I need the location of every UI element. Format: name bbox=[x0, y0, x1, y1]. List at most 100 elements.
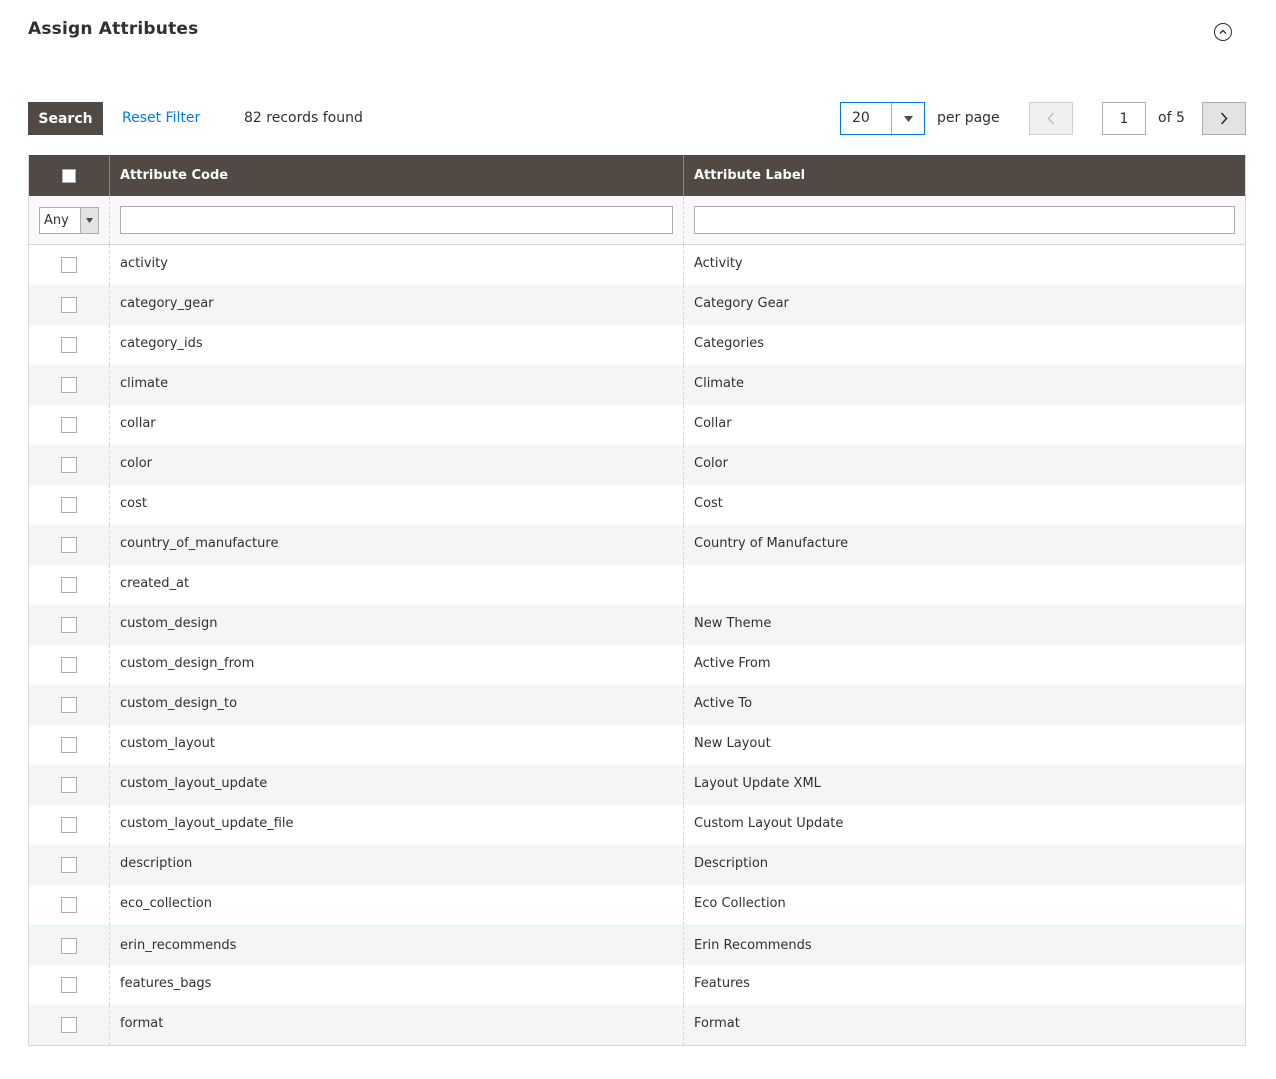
attribute-code-cell: custom_layout_update_file bbox=[110, 805, 684, 845]
column-header-attribute-label[interactable]: Attribute Label bbox=[684, 155, 1245, 196]
table-row[interactable]: features_bags Features bbox=[29, 965, 1245, 1005]
row-checkbox[interactable] bbox=[61, 577, 77, 593]
chevron-up-icon bbox=[1218, 27, 1228, 37]
attribute-code-cell: collar bbox=[110, 405, 684, 445]
attribute-label-cell: Layout Update XML bbox=[694, 776, 821, 791]
attribute-label-cell: Cost bbox=[694, 496, 723, 511]
reset-filter-link[interactable]: Reset Filter bbox=[122, 110, 200, 126]
row-checkbox[interactable] bbox=[61, 1017, 77, 1033]
table-row[interactable]: eco_collection Eco Collection bbox=[29, 885, 1245, 925]
table-row[interactable]: custom_design_from Active From bbox=[29, 645, 1245, 685]
filter-code-cell bbox=[110, 196, 684, 244]
grid-toolbar: Search Reset Filter 82 records found 20 … bbox=[28, 102, 1246, 135]
table-row[interactable]: created_at bbox=[29, 565, 1245, 605]
filter-label-cell bbox=[684, 196, 1245, 244]
in-set-filter-value: Any bbox=[44, 212, 69, 228]
row-checkbox[interactable] bbox=[61, 657, 77, 673]
row-checkbox[interactable] bbox=[61, 897, 77, 913]
attribute-label-cell: Categories bbox=[694, 336, 765, 351]
attribute-label-cell: Description bbox=[694, 856, 769, 871]
in-set-filter-select[interactable]: Any bbox=[39, 206, 99, 234]
row-checkbox-cell bbox=[29, 365, 110, 405]
row-checkbox[interactable] bbox=[61, 977, 77, 993]
table-row[interactable]: activity Activity bbox=[29, 245, 1245, 285]
table-row[interactable]: description Description bbox=[29, 845, 1245, 885]
table-row[interactable]: custom_layout_update_file Custom Layout U… bbox=[29, 805, 1245, 845]
attribute-code-cell: created_at bbox=[110, 565, 684, 605]
current-page-input[interactable] bbox=[1102, 102, 1146, 135]
header-checkbox-cell bbox=[29, 155, 110, 196]
table-row[interactable]: climate Climate bbox=[29, 365, 1245, 405]
row-checkbox[interactable] bbox=[61, 737, 77, 753]
row-checkbox[interactable] bbox=[61, 337, 77, 353]
row-checkbox-cell bbox=[29, 885, 110, 925]
table-row[interactable]: custom_design New Theme bbox=[29, 605, 1245, 645]
table-row[interactable]: color Color bbox=[29, 445, 1245, 485]
attribute-label-cell: Color bbox=[694, 456, 728, 471]
next-page-button[interactable] bbox=[1202, 102, 1246, 135]
grid-body: activity Activity category_gear Category Ge… bbox=[29, 245, 1245, 1045]
table-row[interactable]: erin_recommends Erin Recommends bbox=[29, 925, 1245, 965]
attributes-grid: Attribute Code Attribute Label Any activ… bbox=[28, 155, 1246, 1046]
row-checkbox-cell bbox=[29, 405, 110, 445]
attribute-code-cell: cost bbox=[110, 485, 684, 525]
row-checkbox-cell bbox=[29, 845, 110, 885]
table-row[interactable]: custom_layout New Layout bbox=[29, 725, 1245, 765]
table-row[interactable]: collar Collar bbox=[29, 405, 1245, 445]
attribute-label-cell: Active From bbox=[694, 656, 771, 671]
per-page-label: per page bbox=[937, 110, 1000, 126]
attribute-label-cell: Category Gear bbox=[694, 296, 789, 311]
search-button[interactable]: Search bbox=[28, 102, 103, 135]
attribute-code-cell: custom_design_to bbox=[110, 685, 684, 725]
previous-page-button[interactable] bbox=[1029, 102, 1073, 135]
row-checkbox[interactable] bbox=[61, 777, 77, 793]
attribute-code-cell: erin_recommends bbox=[110, 927, 684, 965]
row-checkbox[interactable] bbox=[61, 938, 77, 954]
attribute-label-filter-input[interactable] bbox=[694, 206, 1235, 234]
attribute-label-cell: Format bbox=[694, 1016, 740, 1031]
attribute-code-filter-input[interactable] bbox=[120, 206, 673, 234]
table-row[interactable]: cost Cost bbox=[29, 485, 1245, 525]
row-checkbox-cell bbox=[29, 285, 110, 325]
attribute-label-cell: Country of Manufacture bbox=[694, 536, 849, 551]
attribute-code-cell: eco_collection bbox=[110, 885, 684, 925]
row-checkbox[interactable] bbox=[61, 297, 77, 313]
attribute-label-cell: Activity bbox=[694, 256, 743, 271]
table-row[interactable]: format Format bbox=[29, 1005, 1245, 1045]
table-row[interactable]: category_ids Categories bbox=[29, 325, 1245, 365]
attribute-code-cell: category_ids bbox=[110, 325, 684, 365]
row-checkbox[interactable] bbox=[61, 417, 77, 433]
column-header-attribute-code[interactable]: Attribute Code bbox=[110, 155, 684, 196]
row-checkbox[interactable] bbox=[61, 257, 77, 273]
attribute-code-cell: category_gear bbox=[110, 285, 684, 325]
attribute-label-cell: Active To bbox=[694, 696, 753, 711]
row-checkbox-cell bbox=[29, 325, 110, 365]
row-checkbox[interactable] bbox=[61, 697, 77, 713]
per-page-select[interactable]: 20 bbox=[840, 102, 925, 135]
row-checkbox-cell bbox=[29, 965, 110, 1005]
select-all-checkbox[interactable] bbox=[62, 168, 76, 183]
collapse-button[interactable] bbox=[1214, 23, 1232, 41]
table-row[interactable]: custom_layout_update Layout Update XML bbox=[29, 765, 1245, 805]
attribute-code-cell: climate bbox=[110, 365, 684, 405]
attribute-label-cell: Climate bbox=[694, 376, 745, 391]
row-checkbox-cell bbox=[29, 1005, 110, 1045]
attribute-label-cell: Features bbox=[694, 976, 750, 991]
row-checkbox[interactable] bbox=[61, 497, 77, 513]
table-row[interactable]: category_gear Category Gear bbox=[29, 285, 1245, 325]
caret-down-icon[interactable] bbox=[891, 103, 924, 134]
row-checkbox[interactable] bbox=[61, 457, 77, 473]
row-checkbox[interactable] bbox=[61, 817, 77, 833]
row-checkbox[interactable] bbox=[61, 537, 77, 553]
row-checkbox-cell bbox=[29, 927, 110, 965]
grid-filter-row: Any bbox=[29, 196, 1245, 245]
attribute-label-cell: Erin Recommends bbox=[694, 938, 812, 953]
chevron-left-icon bbox=[1047, 112, 1055, 125]
row-checkbox[interactable] bbox=[61, 857, 77, 873]
attribute-code-cell: description bbox=[110, 845, 684, 885]
row-checkbox[interactable] bbox=[61, 617, 77, 633]
table-row[interactable]: custom_design_to Active To bbox=[29, 685, 1245, 725]
row-checkbox-cell bbox=[29, 565, 110, 605]
table-row[interactable]: country_of_manufacture Country of Manufac… bbox=[29, 525, 1245, 565]
row-checkbox[interactable] bbox=[61, 377, 77, 393]
